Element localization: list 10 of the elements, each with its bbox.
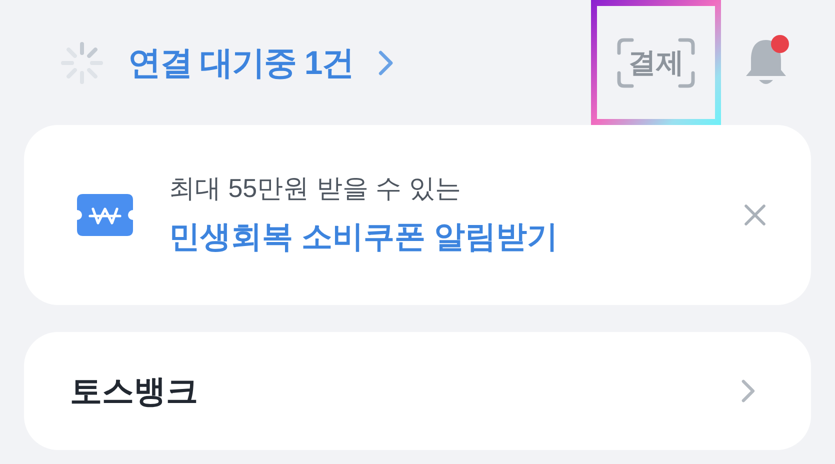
scan-frame-icon bbox=[616, 36, 696, 88]
close-icon[interactable] bbox=[743, 203, 767, 227]
chevron-right-icon bbox=[378, 50, 394, 76]
banner-title: 민생회복 소비쿠폰 알림받기 bbox=[169, 218, 558, 256]
won-ticket-icon bbox=[77, 194, 133, 236]
banner-subtitle: 최대 55만원 받을 수 있는 bbox=[169, 172, 462, 206]
coupon-banner-card[interactable]: 최대 55만원 받을 수 있는 민생회복 소비쿠폰 알림받기 bbox=[24, 125, 811, 305]
account-card[interactable]: 토스뱅크 bbox=[24, 332, 811, 450]
chevron-right-icon bbox=[740, 379, 755, 403]
account-title: 토스뱅크 bbox=[70, 372, 198, 411]
